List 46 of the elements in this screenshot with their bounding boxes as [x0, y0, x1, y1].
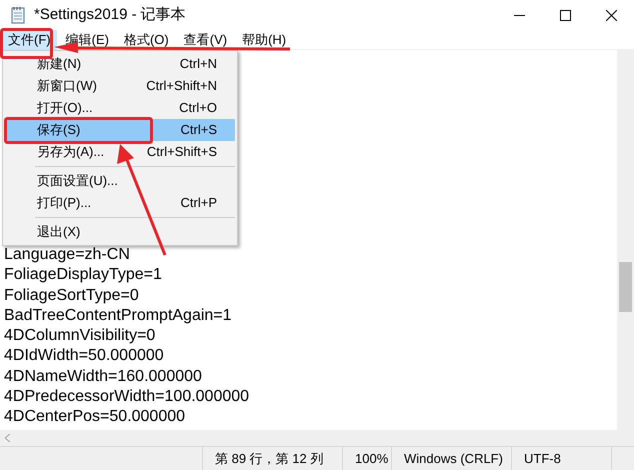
shortcut-label: Ctrl+O — [179, 99, 217, 118]
text-line: FoliageSortType=0 — [4, 286, 139, 306]
horizontal-scrollbar[interactable] — [0, 430, 634, 446]
menu-item[interactable]: 另存为(A)... Ctrl+Shift+S — [5, 141, 235, 163]
shortcut-label: Ctrl+N — [180, 55, 217, 74]
menu-item[interactable]: 保存(S) Ctrl+S — [5, 119, 235, 141]
text-line: 4DCenterPos=50.000000 — [4, 407, 186, 428]
text-line: 4DIdWidth=50.000000 — [4, 346, 164, 366]
menu-bar-item[interactable]: 帮助(H) — [236, 30, 292, 50]
menu-item-label: 新窗口(W) — [37, 77, 97, 96]
menu-bar-item[interactable]: 格式(O) — [118, 30, 175, 50]
menu-item-label: 保存(S) — [37, 121, 80, 140]
menu-item-label: 另存为(A)... — [37, 143, 104, 162]
text-line: 4DPredecessorWidth=100.000000 — [4, 387, 250, 408]
text-line: Language=zh-CN — [4, 245, 130, 265]
text-line: BadTreeContentPromptAgain=1 — [4, 306, 232, 326]
window-title: *Settings2019 - 记事本 — [34, 4, 186, 25]
menu-item-label: 退出(X) — [37, 223, 80, 242]
menu-item-label: 打开(O)... — [37, 99, 93, 118]
notepad-icon — [10, 6, 26, 24]
shortcut-label: Ctrl+Shift+N — [146, 77, 217, 96]
scrollbar-thumb[interactable] — [619, 262, 632, 312]
text-line: 4DNameWidth=160.000000 — [4, 366, 202, 387]
shortcut-label: Ctrl+Shift+S — [146, 143, 217, 162]
menu-item-label: 打印(P)... — [37, 194, 92, 212]
zoom-level: 100% — [355, 450, 388, 468]
vertical-scrollbar[interactable] — [617, 50, 634, 430]
scroll-left-icon[interactable] — [5, 434, 10, 442]
highlight-frame — [0, 28, 53, 59]
menu-item[interactable]: 新窗口(W) Ctrl+Shift+N — [5, 75, 235, 97]
menu-item[interactable]: 页面设置(U)... — [5, 170, 235, 192]
text-line: 4DColumnVisibility=0 — [4, 326, 156, 346]
minimize-icon — [514, 14, 524, 16]
maximize-icon — [560, 10, 570, 20]
cursor-position: 第 89 行，第 12 列 — [215, 450, 324, 468]
shortcut-label: Ctrl+P — [180, 194, 217, 212]
menu-item[interactable]: 打印(P)... Ctrl+P — [5, 192, 235, 214]
menu-item-label: 页面设置(U)... — [37, 172, 118, 190]
text-line: FoliageDisplayType=1 — [4, 265, 162, 286]
close-icon — [606, 10, 616, 20]
shortcut-label: Ctrl+S — [180, 121, 217, 140]
encoding: UTF-8 — [524, 450, 561, 468]
menu-item[interactable]: 打开(O)... Ctrl+O — [5, 97, 235, 119]
menu-item[interactable]: 退出(X) — [5, 221, 235, 243]
menu-bar-item[interactable]: 查看(V) — [178, 30, 234, 50]
line-ending: Windows (CRLF) — [404, 450, 503, 468]
